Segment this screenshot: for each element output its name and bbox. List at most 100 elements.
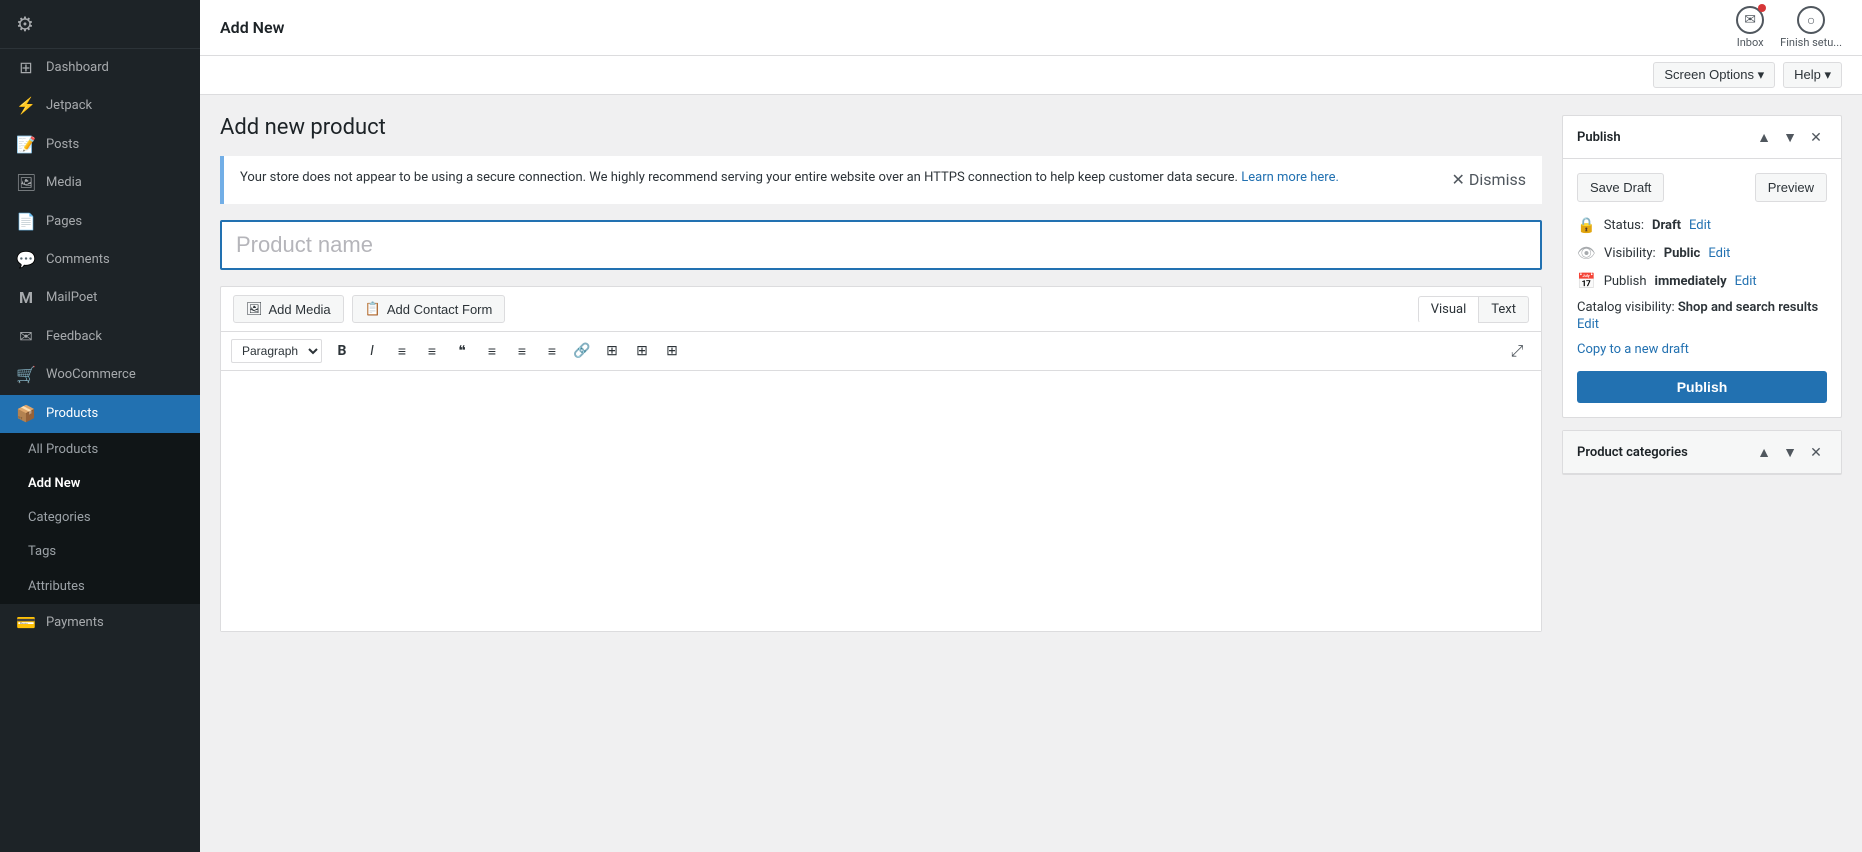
publish-panel: Publish ▲ ▼ ✕ Save Draft Preview 🔒 Statu… <box>1562 115 1842 418</box>
editor-container: 🖼 Add Media 📋 Add Contact Form Visual Te… <box>220 286 1542 632</box>
help-button[interactable]: Help ▾ <box>1783 62 1842 88</box>
sidebar-item-all-products[interactable]: All Products <box>0 433 200 467</box>
product-categories-header[interactable]: Product categories ▲ ▼ ✕ <box>1563 431 1841 474</box>
sidebar-item-products[interactable]: 📦 Products <box>0 395 200 433</box>
dismiss-label: Dismiss <box>1469 168 1526 192</box>
sidebar-item-feedback[interactable]: ✉ Feedback <box>0 318 200 356</box>
sidebar-item-pages[interactable]: 📄 Pages <box>0 203 200 241</box>
publish-panel-title: Publish <box>1577 130 1621 145</box>
dismiss-icon: ✕ <box>1452 168 1465 192</box>
product-name-input[interactable] <box>220 220 1542 270</box>
publish-panel-close[interactable]: ✕ <box>1805 126 1827 148</box>
copy-draft-link[interactable]: Copy to a new draft <box>1577 342 1827 357</box>
editor-body[interactable] <box>221 371 1541 631</box>
inbox-button[interactable]: ✉ Inbox <box>1736 6 1764 49</box>
dashboard-icon: ⊞ <box>16 57 36 79</box>
publish-panel-up[interactable]: ▲ <box>1753 126 1775 148</box>
publish-label: Publish <box>1604 274 1647 289</box>
sidebar-item-mailpoet[interactable]: M MailPoet <box>0 279 200 317</box>
categories-label: Categories <box>28 509 91 527</box>
topbar-right: ✉ Inbox ○ Finish setu... <box>1736 6 1842 49</box>
visual-text-tabs: Visual Text <box>1418 296 1529 323</box>
inbox-badge <box>1758 4 1766 12</box>
mailpoet-icon: M <box>16 287 36 309</box>
bold-button[interactable]: B <box>328 338 356 364</box>
alert-link[interactable]: Learn more here. <box>1241 170 1339 185</box>
sidebar-item-categories[interactable]: Categories <box>0 501 200 535</box>
paragraph-select[interactable]: Paragraph <box>231 339 322 363</box>
sidebar-item-label: Dashboard <box>46 59 109 77</box>
align-left-button[interactable]: ≡ <box>478 338 506 364</box>
categories-panel-down[interactable]: ▼ <box>1779 441 1801 463</box>
woocommerce-icon: 🛒 <box>16 364 36 386</box>
add-media-button[interactable]: 🖼 Add Media <box>233 295 344 323</box>
publish-panel-controls: ▲ ▼ ✕ <box>1753 126 1827 148</box>
text-tab[interactable]: Text <box>1478 296 1529 323</box>
help-label: Help ▾ <box>1794 67 1831 83</box>
sidebar-item-label: Jetpack <box>46 97 92 115</box>
dismiss-button[interactable]: ✕ Dismiss <box>1452 168 1527 192</box>
more-button[interactable]: ⊞ <box>658 338 686 364</box>
sidebar-item-label: Comments <box>46 251 110 269</box>
publish-button[interactable]: Publish <box>1577 371 1827 403</box>
add-media-icon: 🖼 <box>246 301 263 317</box>
visual-tab[interactable]: Visual <box>1418 296 1480 323</box>
jetpack-icon: ⚡ <box>16 95 36 117</box>
preview-button[interactable]: Preview <box>1755 173 1827 202</box>
visibility-label: Visibility: <box>1604 246 1656 261</box>
ordered-list-button[interactable]: ≡ <box>418 338 446 364</box>
editor-top-bar: 🖼 Add Media 📋 Add Contact Form Visual Te… <box>221 287 1541 332</box>
wp-logo-icon: ⚙ <box>16 12 34 36</box>
publish-panel-down[interactable]: ▼ <box>1779 126 1801 148</box>
sidebar-item-add-new[interactable]: Add New <box>0 467 200 501</box>
blockquote-button[interactable]: ❝ <box>448 338 476 364</box>
grid-button[interactable]: ⊞ <box>628 338 656 364</box>
italic-button[interactable]: I <box>358 338 386 364</box>
expand-button[interactable]: ⤢ <box>1503 338 1531 364</box>
sidebar-item-posts[interactable]: 📝 Posts <box>0 126 200 164</box>
sidebar-item-tags[interactable]: Tags <box>0 535 200 569</box>
add-media-label: Add Media <box>269 302 331 317</box>
save-draft-button[interactable]: Save Draft <box>1577 173 1664 202</box>
sidebar-item-label: Media <box>46 174 82 192</box>
status-edit-link[interactable]: Edit <box>1689 218 1711 233</box>
sidebar-item-payments[interactable]: 💳 Payments <box>0 604 200 642</box>
unordered-list-button[interactable]: ≡ <box>388 338 416 364</box>
publish-panel-header[interactable]: Publish ▲ ▼ ✕ <box>1563 116 1841 159</box>
alert-banner: Your store does not appear to be using a… <box>220 156 1542 204</box>
visibility-edit-link[interactable]: Edit <box>1708 246 1730 261</box>
link-button[interactable]: 🔗 <box>568 338 596 364</box>
sidebar-item-comments[interactable]: 💬 Comments <box>0 241 200 279</box>
finish-setup-label: Finish setu... <box>1780 36 1842 49</box>
catalog-visibility-value: Shop and search results <box>1678 300 1818 315</box>
pages-icon: 📄 <box>16 211 36 233</box>
visibility-icon: 👁 <box>1577 244 1596 262</box>
align-right-button[interactable]: ≡ <box>538 338 566 364</box>
sidebar-item-media[interactable]: 🖼 Media <box>0 164 200 202</box>
screen-options-button[interactable]: Screen Options ▾ <box>1653 62 1775 88</box>
align-center-button[interactable]: ≡ <box>508 338 536 364</box>
screen-options-label: Screen Options ▾ <box>1664 67 1764 83</box>
table-button[interactable]: ⊞ <box>598 338 626 364</box>
status-label: Status: <box>1604 218 1644 233</box>
sidebar-item-dashboard[interactable]: ⊞ Dashboard <box>0 49 200 87</box>
sidebar-item-woocommerce[interactable]: 🛒 WooCommerce <box>0 356 200 394</box>
catalog-visibility-edit-link[interactable]: Edit <box>1577 317 1827 332</box>
categories-panel-close[interactable]: ✕ <box>1805 441 1827 463</box>
tags-label: Tags <box>28 543 56 561</box>
sidebar-item-label: Payments <box>46 614 104 632</box>
product-categories-panel: Product categories ▲ ▼ ✕ <box>1562 430 1842 475</box>
contact-form-icon: 📋 <box>365 301 381 317</box>
screen-options-bar: Screen Options ▾ Help ▾ <box>200 56 1862 95</box>
add-contact-form-button[interactable]: 📋 Add Contact Form <box>352 295 506 323</box>
products-icon: 📦 <box>16 403 36 425</box>
publish-time-edit-link[interactable]: Edit <box>1735 274 1757 289</box>
catalog-visibility-row: Catalog visibility: Shop and search resu… <box>1577 300 1827 332</box>
attributes-label: Attributes <box>28 578 85 596</box>
finish-setup-button[interactable]: ○ Finish setu... <box>1780 6 1842 49</box>
categories-panel-up[interactable]: ▲ <box>1753 441 1775 463</box>
sidebar-item-attributes[interactable]: Attributes <box>0 570 200 604</box>
sidebar-item-jetpack[interactable]: ⚡ Jetpack <box>0 87 200 125</box>
page-title: Add new product <box>220 115 1542 140</box>
products-submenu: All Products Add New Categories Tags Att… <box>0 433 200 604</box>
